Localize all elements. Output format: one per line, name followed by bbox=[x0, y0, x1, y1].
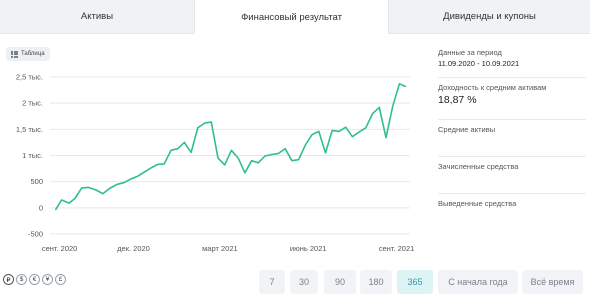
yield-value: 18,87 % bbox=[438, 94, 477, 106]
tab-bar: Активы Финансовый результат Дивиденды и … bbox=[0, 0, 590, 34]
y-tick-label: -500 bbox=[28, 230, 43, 239]
y-tick-label: 2 тыс. bbox=[22, 99, 43, 108]
credited-funds-label: Зачисленные средства bbox=[438, 162, 519, 171]
withdrawn-funds-block: Выведенные средства bbox=[438, 199, 586, 214]
average-assets-block: Средние активы bbox=[438, 125, 586, 157]
y-tick-label: 0 bbox=[39, 203, 43, 212]
grid-icon bbox=[11, 50, 18, 58]
period-90-button[interactable]: 90 bbox=[324, 270, 356, 294]
table-view-label: Таблица bbox=[21, 51, 45, 57]
y-tick-label: 2,5 тыс. bbox=[16, 73, 43, 82]
tab-financial-result[interactable]: Финансовый результат bbox=[194, 0, 389, 34]
x-tick-label: сент. 2020 bbox=[42, 244, 78, 253]
withdrawn-funds-label: Выведенные средства bbox=[438, 199, 517, 208]
period-value: 11.09.2020 - 10.09.2021 bbox=[438, 59, 520, 68]
period-all-time-button[interactable]: Всё время bbox=[522, 270, 583, 294]
period-180-button[interactable]: 180 bbox=[360, 270, 392, 294]
tab-assets[interactable]: Активы bbox=[0, 0, 194, 34]
period-selector: 7 30 90 180 365 С начала года Всё время bbox=[0, 270, 590, 294]
yield-label: Доходность к средним активам bbox=[438, 83, 547, 92]
yield-block: Доходность к средним активам 18,87 % bbox=[438, 83, 586, 120]
x-axis-ticks: сент. 2020 дек. 2020 март 2021 июнь 2021 сен… bbox=[42, 244, 414, 253]
tab-dividends-coupons[interactable]: Дивиденды и купоны bbox=[389, 0, 590, 34]
y-tick-label: 1 тыс. bbox=[22, 151, 43, 160]
y-tick-label: 1,5 тыс. bbox=[16, 125, 43, 134]
average-assets-label: Средние активы bbox=[438, 125, 496, 134]
series-line bbox=[55, 83, 406, 211]
x-tick-label: дек. 2020 bbox=[117, 244, 150, 253]
x-tick-label: июнь 2021 bbox=[290, 244, 327, 253]
period-ytd-button[interactable]: С начала года bbox=[438, 270, 518, 294]
period-365-button[interactable]: 365 bbox=[397, 270, 433, 294]
x-tick-label: сент. 2021 bbox=[379, 244, 415, 253]
period-block: Данные за период 11.09.2020 - 10.09.2021 bbox=[438, 48, 586, 78]
period-30-button[interactable]: 30 bbox=[290, 270, 318, 294]
series-points bbox=[55, 83, 406, 210]
y-axis-ticks: -500 0 500 1 тыс. 1,5 тыс. 2 тыс. 2,5 тыс. bbox=[16, 73, 43, 239]
y-tick-label: 500 bbox=[30, 177, 43, 186]
financial-result-chart: -500 0 500 1 тыс. 1,5 тыс. 2 тыс. 2,5 тыс. сен… bbox=[16, 73, 414, 254]
chart-gridlines bbox=[50, 76, 410, 235]
table-view-button[interactable]: Таблица bbox=[6, 47, 50, 61]
x-tick-label: март 2021 bbox=[202, 244, 238, 253]
period-label: Данные за период bbox=[438, 48, 502, 57]
credited-funds-block: Зачисленные средства bbox=[438, 162, 586, 194]
summary-panel: Данные за период 11.09.2020 - 10.09.2021… bbox=[438, 48, 586, 219]
period-7-button[interactable]: 7 bbox=[259, 270, 285, 294]
